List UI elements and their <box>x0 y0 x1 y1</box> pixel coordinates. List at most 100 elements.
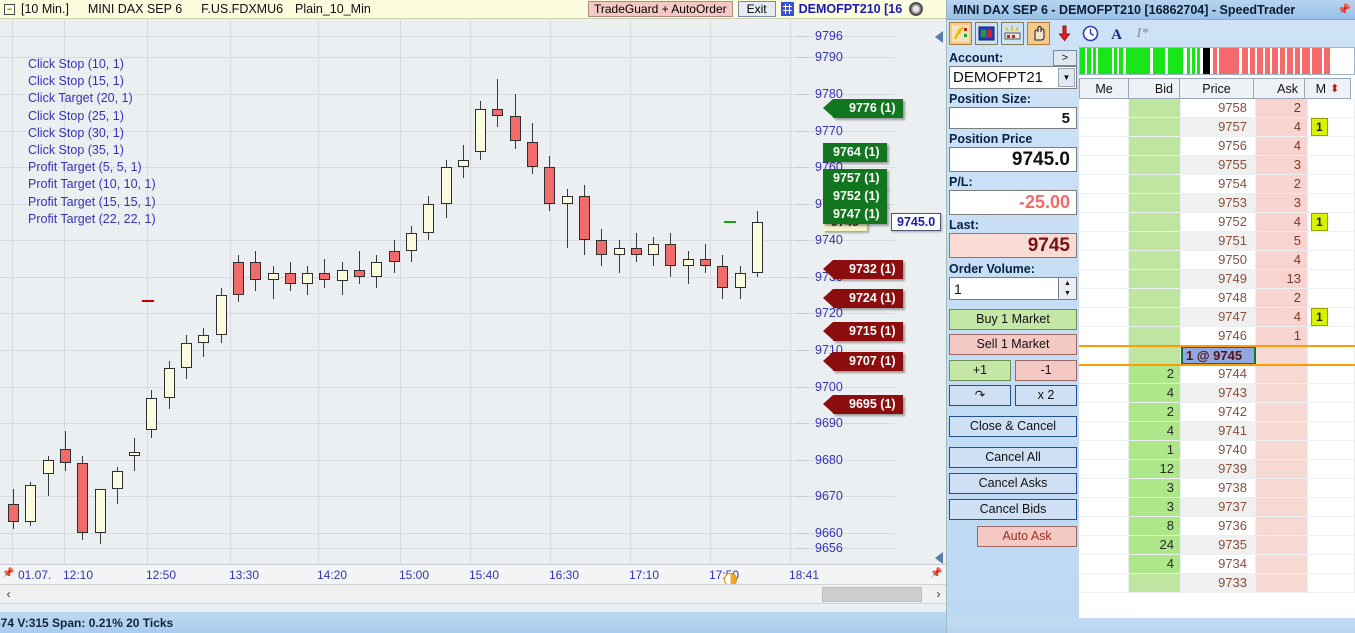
ladder-cell-ask[interactable]: 4 <box>1256 251 1308 270</box>
ladder-cell-ask[interactable] <box>1256 479 1308 498</box>
ladder-row[interactable]: 9755 3 <box>1079 156 1355 175</box>
ladder-cell-ask[interactable]: 3 <box>1256 156 1308 175</box>
scroll-left-arrow[interactable]: ‹ <box>0 585 17 603</box>
ladder-cell-price[interactable]: 9749 <box>1181 270 1256 289</box>
ladder-cell-m[interactable] <box>1308 536 1355 555</box>
ladder-row[interactable]: 9747 4 1 <box>1079 308 1355 327</box>
ladder-cell-price[interactable]: 1 @ 9745 <box>1181 346 1256 365</box>
working-order-chip[interactable]: 1 <box>1311 213 1328 231</box>
ladder-cell-bid[interactable] <box>1129 175 1181 194</box>
ladder-cell-me[interactable] <box>1079 517 1129 536</box>
ladder-cell-me[interactable] <box>1079 536 1129 555</box>
ladder-cell-m[interactable] <box>1308 270 1355 289</box>
ladder-row[interactable]: 8 9736 <box>1079 517 1355 536</box>
order-marker[interactable]: 9752 (1) <box>823 186 887 206</box>
ladder-cell-bid[interactable] <box>1129 99 1181 118</box>
ladder-cell-ask[interactable] <box>1256 536 1308 555</box>
ladder-cell-m[interactable] <box>1308 384 1355 403</box>
ladder-cell-bid[interactable]: 2 <box>1129 365 1181 384</box>
price-axis[interactable]: 9796979097809770976097509740973097209710… <box>795 19 946 564</box>
ladder-cell-m[interactable] <box>1308 460 1355 479</box>
ladder-cell-ask[interactable] <box>1256 441 1308 460</box>
ladder-cell-bid[interactable] <box>1129 251 1181 270</box>
gear-icon[interactable] <box>909 2 924 16</box>
ladder-cell-me[interactable] <box>1079 270 1129 289</box>
ladder-cell-bid[interactable] <box>1129 270 1181 289</box>
ladder-cell-m[interactable] <box>1308 232 1355 251</box>
cancel-bids-button[interactable]: Cancel Bids <box>949 499 1077 520</box>
ladder-cell-me[interactable] <box>1079 175 1129 194</box>
plus-one-button[interactable]: +1 <box>949 360 1011 381</box>
reverse-button[interactable]: ↷ <box>949 385 1011 406</box>
ladder-cell-price[interactable]: 9756 <box>1181 137 1256 156</box>
ladder-cell-price[interactable]: 9734 <box>1181 555 1256 574</box>
sell-market-button[interactable]: Sell 1 Market <box>949 334 1077 355</box>
ladder-cell-m[interactable] <box>1308 441 1355 460</box>
ladder-cell-price[interactable]: 9753 <box>1181 194 1256 213</box>
ladder-cell-m[interactable] <box>1308 289 1355 308</box>
ladder-cell-me[interactable] <box>1079 194 1129 213</box>
scrollbar-thumb[interactable] <box>822 587 922 602</box>
ladder-cell-price[interactable]: 9750 <box>1181 251 1256 270</box>
pin-icon[interactable]: 📌 <box>930 568 942 579</box>
tradeguard-autoorder-badge[interactable]: TradeGuard + AutoOrder <box>588 1 733 17</box>
ladder-cell-m[interactable] <box>1308 99 1355 118</box>
ladder-row[interactable]: 9749 13 <box>1079 270 1355 289</box>
ladder-cell-ask[interactable]: 4 <box>1256 213 1308 232</box>
close-and-cancel-button[interactable]: Close & Cancel <box>949 416 1077 437</box>
hand-icon[interactable] <box>1027 22 1050 45</box>
ladder-cell-ask[interactable] <box>1256 498 1308 517</box>
ladder-header-ask[interactable]: Ask <box>1253 78 1305 99</box>
ladder-cell-price[interactable]: 9740 <box>1181 441 1256 460</box>
ladder-icon[interactable] <box>1001 22 1024 45</box>
ladder-cell-me[interactable] <box>1079 460 1129 479</box>
ladder-row[interactable]: 1 @ 9745 <box>1079 346 1355 365</box>
ladder-cell-bid[interactable]: 12 <box>1129 460 1181 479</box>
ladder-cell-bid[interactable] <box>1129 156 1181 175</box>
order-marker[interactable]: 9764 (1) <box>823 143 887 162</box>
cancel-asks-button[interactable]: Cancel Asks <box>949 473 1077 494</box>
ladder-cell-ask[interactable] <box>1256 460 1308 479</box>
ladder-cell-me[interactable] <box>1079 156 1129 175</box>
exit-button[interactable]: Exit <box>737 1 776 17</box>
ladder-cell-me[interactable] <box>1079 365 1129 384</box>
ladder-cell-ask[interactable]: 1 <box>1256 327 1308 346</box>
ladder-cell-price[interactable]: 9751 <box>1181 232 1256 251</box>
ladder-cell-ask[interactable] <box>1256 346 1308 365</box>
ladder-cell-bid[interactable]: 1 <box>1129 441 1181 460</box>
ladder-cell-m[interactable] <box>1308 194 1355 213</box>
font-icon[interactable]: A <box>1105 22 1128 45</box>
sort-arrows-icon[interactable]: ⬍ <box>1330 82 1339 95</box>
ladder-header-me[interactable]: Me <box>1079 78 1129 99</box>
ladder-row[interactable]: 9733 <box>1079 574 1355 593</box>
ladder-cell-price[interactable]: 9746 <box>1181 327 1256 346</box>
ladder-cell-me[interactable] <box>1079 118 1129 137</box>
buy-market-button[interactable]: Buy 1 Market <box>949 309 1077 330</box>
axis-scroll-caret[interactable] <box>935 552 943 564</box>
clock-icon[interactable] <box>1079 22 1102 45</box>
ladder-cell-me[interactable] <box>1079 346 1129 365</box>
ladder-cell-price[interactable]: 9735 <box>1181 536 1256 555</box>
account-select[interactable]: DEMOFPT21 ▼ <box>949 66 1077 89</box>
ladder-cell-price[interactable]: 9744 <box>1181 365 1256 384</box>
ladder-row[interactable]: 9757 4 1 <box>1079 118 1355 137</box>
time-axis[interactable]: 📌 📌 01.07. 12:10 12:50 13:30 14:20 15:00 15:40… <box>0 564 946 584</box>
order-marker[interactable]: 9724 (1) <box>823 289 903 309</box>
ladder-cell-bid[interactable]: 3 <box>1129 479 1181 498</box>
ladder-cell-bid[interactable] <box>1129 137 1181 156</box>
ladder-cell-ask[interactable] <box>1256 403 1308 422</box>
ladder-cell-ask[interactable]: 4 <box>1256 308 1308 327</box>
ladder-cell-m[interactable] <box>1308 555 1355 574</box>
ladder-row[interactable]: 9752 4 1 <box>1079 213 1355 232</box>
ladder-cell-price[interactable]: 9757 <box>1181 118 1256 137</box>
order-volume-stepper[interactable]: ▲ ▼ <box>1059 277 1077 300</box>
ladder-cell-ask[interactable] <box>1256 422 1308 441</box>
ladder-cell-me[interactable] <box>1079 213 1129 232</box>
ladder-row[interactable]: 3 9738 <box>1079 479 1355 498</box>
ladder-cell-me[interactable] <box>1079 289 1129 308</box>
ladder-cell-ask[interactable] <box>1256 517 1308 536</box>
ladder-cell-ask[interactable]: 13 <box>1256 270 1308 289</box>
ladder-row[interactable]: 12 9739 <box>1079 460 1355 479</box>
ladder-cell-me[interactable] <box>1079 403 1129 422</box>
ladder-cell-me[interactable] <box>1079 327 1129 346</box>
